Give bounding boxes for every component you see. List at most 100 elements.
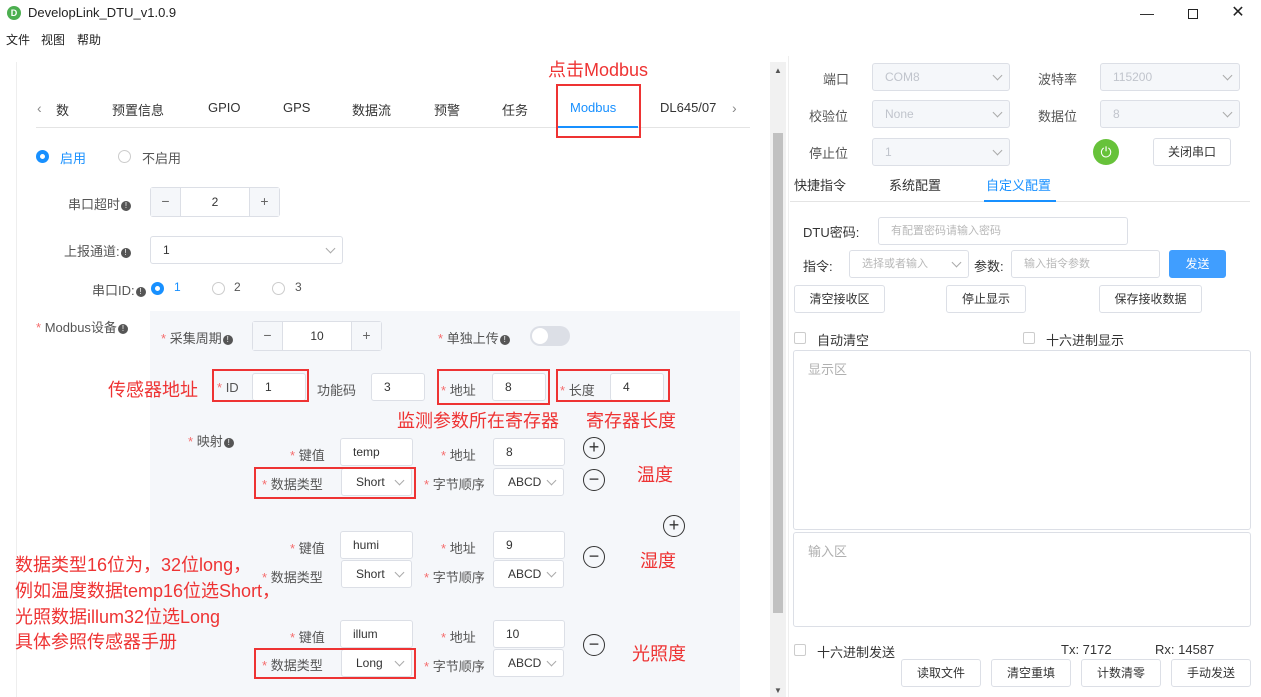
info-icon: ! <box>499 335 510 345</box>
add-device-button[interactable]: + <box>663 515 685 537</box>
increment-button[interactable]: + <box>249 188 279 216</box>
byte-order-select[interactable]: ABCD <box>493 649 564 677</box>
map-addr-input[interactable]: 8 <box>493 438 565 466</box>
maximize-icon[interactable] <box>1170 0 1216 26</box>
scroll-down-icon[interactable]: ▼ <box>774 686 782 695</box>
single-upload-toggle[interactable] <box>530 326 570 346</box>
param-label: 参数: <box>974 259 1004 274</box>
stop-display-button[interactable]: 停止显示 <box>946 285 1026 313</box>
annotation-box-addr <box>437 369 550 405</box>
clear-refill-button[interactable]: 清空重填 <box>991 659 1071 687</box>
save-receive-button[interactable]: 保存接收数据 <box>1099 285 1202 313</box>
command-select[interactable]: 选择或者输入 <box>849 250 969 278</box>
key-label: * 键值 <box>290 448 325 463</box>
collect-period-value[interactable]: 10 <box>283 322 351 350</box>
enable-radio[interactable] <box>36 150 49 163</box>
serial-id-radio-2[interactable] <box>212 282 225 295</box>
data-type-select[interactable]: Short <box>341 560 412 588</box>
scrollbar-thumb[interactable] <box>773 133 783 613</box>
databits-select[interactable]: 8 <box>1100 100 1240 128</box>
tab-gps[interactable]: GPS <box>283 100 310 115</box>
map-addr-input[interactable]: 10 <box>493 620 565 648</box>
tab-dl645[interactable]: DL645/07 <box>660 100 716 115</box>
power-icon[interactable]: ⏻ <box>1093 139 1119 165</box>
port-select[interactable]: COM8 <box>872 63 1010 91</box>
close-icon[interactable]: ✕ <box>1215 0 1261 26</box>
read-file-button[interactable]: 读取文件 <box>901 659 981 687</box>
tab-params[interactable]: 数 <box>56 100 69 119</box>
title-bar <box>0 0 1261 26</box>
chevron-down-icon <box>1222 70 1233 81</box>
auto-clear-checkbox[interactable] <box>794 332 806 344</box>
annotation-box-modbus-tab <box>556 84 641 138</box>
func-code-input[interactable]: 3 <box>371 373 425 401</box>
increment-button[interactable]: + <box>351 322 381 350</box>
hex-display-checkbox[interactable] <box>1023 332 1035 344</box>
disable-radio[interactable] <box>118 150 131 163</box>
tab-divider <box>36 127 750 128</box>
display-area[interactable]: 显示区 <box>793 350 1251 530</box>
map-addr-label: * 地址 <box>441 630 476 645</box>
mapping-label: * 映射! <box>188 431 234 450</box>
tab-quick-cmd[interactable]: 快捷指令 <box>794 175 846 194</box>
manual-send-button[interactable]: 手动发送 <box>1171 659 1251 687</box>
clear-receive-button[interactable]: 清空接收区 <box>794 285 885 313</box>
tx-count: Tx: 7172 <box>1061 642 1112 657</box>
report-channel-select[interactable]: 1 <box>150 236 343 264</box>
serial-timeout-stepper[interactable]: − 2 + <box>150 187 280 217</box>
menu-file[interactable]: 文件 <box>6 31 30 48</box>
tab-custom-config[interactable]: 自定义配置 <box>986 175 1051 194</box>
minimize-icon[interactable]: — <box>1124 0 1170 26</box>
info-icon: ! <box>117 324 128 334</box>
annotation-click-modbus: 点击Modbus <box>548 60 649 80</box>
menu-help[interactable]: 帮助 <box>77 31 101 48</box>
hex-send-checkbox[interactable] <box>794 644 806 656</box>
tab-task[interactable]: 任务 <box>502 100 528 119</box>
decrement-button[interactable]: − <box>151 188 181 216</box>
key-input[interactable]: illum <box>340 620 413 648</box>
reset-count-button[interactable]: 计数清零 <box>1081 659 1161 687</box>
collect-period-stepper[interactable]: − 10 + <box>252 321 382 351</box>
close-port-button[interactable]: 关闭串口 <box>1153 138 1231 166</box>
map-addr-input[interactable]: 9 <box>493 531 565 559</box>
serial-id-radio-3[interactable] <box>272 282 285 295</box>
send-button[interactable]: 发送 <box>1169 250 1226 278</box>
display-area-placeholder: 显示区 <box>808 362 848 377</box>
key-input[interactable]: humi <box>340 531 413 559</box>
param-input[interactable]: 输入指令参数 <box>1011 250 1160 278</box>
tab-gpio[interactable]: GPIO <box>208 100 241 115</box>
tabs-next-icon[interactable]: › <box>732 100 737 116</box>
hex-display-label: 十六进制显示 <box>1046 333 1125 348</box>
parity-select[interactable]: None <box>872 100 1010 128</box>
serial-id-option-2: 2 <box>234 280 241 294</box>
byte-order-select[interactable]: ABCD <box>493 468 564 496</box>
single-upload-label: * 单独上传! <box>438 328 510 347</box>
decrement-button[interactable]: − <box>253 322 283 350</box>
add-mapping-button[interactable]: + <box>583 437 605 459</box>
baud-select[interactable]: 115200 <box>1100 63 1240 91</box>
input-area[interactable]: 输入区 <box>793 532 1251 627</box>
remove-mapping-button[interactable]: − <box>583 546 605 568</box>
menu-view[interactable]: 视图 <box>41 31 65 48</box>
baud-label: 波特率 <box>1038 72 1078 87</box>
chevron-down-icon <box>992 70 1003 81</box>
tab-data-flow[interactable]: 数据流 <box>352 100 391 119</box>
key-input[interactable]: temp <box>340 438 413 466</box>
serial-timeout-value[interactable]: 2 <box>181 188 249 216</box>
key-label: * 键值 <box>290 541 325 556</box>
info-icon: ! <box>223 438 234 448</box>
tab-system-config[interactable]: 系统配置 <box>889 175 941 194</box>
serial-id-radio-1[interactable] <box>151 282 164 295</box>
remove-mapping-button[interactable]: − <box>583 634 605 656</box>
scroll-up-icon[interactable]: ▲ <box>774 66 782 75</box>
tab-alarm[interactable]: 预警 <box>434 100 460 119</box>
byte-order-select[interactable]: ABCD <box>493 560 564 588</box>
remove-mapping-button[interactable]: − <box>583 469 605 491</box>
chevron-down-icon <box>992 107 1003 118</box>
stopbits-select[interactable]: 1 <box>872 138 1010 166</box>
dtu-password-label: DTU密码: <box>803 225 860 240</box>
tab-preset-info[interactable]: 预置信息 <box>112 100 164 119</box>
dtu-password-input[interactable]: 有配置密码请输入密码 <box>878 217 1128 245</box>
tabs-prev-icon[interactable]: ‹ <box>37 100 42 116</box>
parity-label: 校验位 <box>809 109 849 124</box>
